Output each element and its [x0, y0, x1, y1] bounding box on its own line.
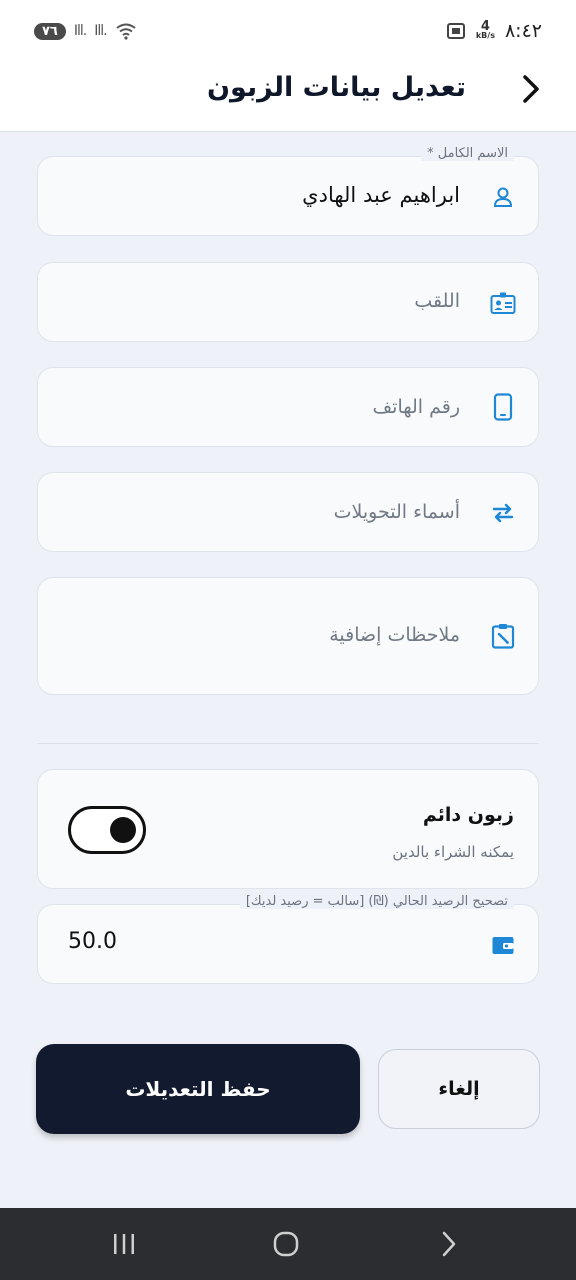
- back-chevron-icon: [442, 1231, 456, 1257]
- nickname-placeholder: اللقب: [414, 290, 460, 312]
- transfer-names-placeholder: أسماء التحويلات: [333, 501, 460, 523]
- clipboard-edit-icon: [490, 623, 516, 649]
- phone-field[interactable]: رقم الهاتف: [37, 367, 539, 447]
- full-name-label: الاسم الكامل *: [421, 146, 514, 161]
- cancel-button[interactable]: إلغاء: [378, 1049, 540, 1129]
- notes-field[interactable]: ملاحظات إضافية: [37, 577, 539, 695]
- back-button[interactable]: [516, 74, 546, 104]
- network-speed: 4 kB/s: [475, 19, 495, 40]
- notes-placeholder: ملاحظات إضافية: [329, 624, 460, 646]
- permanent-customer-description: يمكنه الشراء بالدين: [392, 843, 514, 861]
- full-name-field[interactable]: الاسم الكامل * ابراهيم عبد الهادي: [37, 146, 539, 236]
- balance-value: 50.0: [68, 929, 117, 954]
- screenshot-icon: [446, 23, 465, 39]
- wallet-icon: [490, 932, 516, 958]
- recent-apps-icon: [114, 1234, 134, 1254]
- home-button[interactable]: [266, 1228, 306, 1260]
- section-divider: [37, 743, 539, 744]
- person-icon: [490, 184, 516, 210]
- signal-icon: Ill.: [94, 23, 107, 39]
- balance-label: تصحيح الرصيد الحالي (₪) [سالب = رصيد لدي…: [239, 894, 514, 909]
- recent-apps-button[interactable]: [104, 1228, 144, 1260]
- permanent-customer-toggle[interactable]: [68, 806, 146, 854]
- app-header: تعديل بيانات الزبون: [0, 64, 576, 132]
- nickname-field[interactable]: اللقب: [37, 262, 539, 342]
- phone-icon: [490, 393, 516, 421]
- toggle-knob: [110, 817, 136, 843]
- status-right: 4 kB/s ٨:٤٢: [446, 20, 542, 42]
- save-button[interactable]: حفظ التعديلات: [36, 1044, 360, 1134]
- signal-icon: Ill.: [73, 23, 87, 39]
- permanent-customer-card: زبون دائم يمكنه الشراء بالدين: [37, 769, 539, 889]
- back-nav-button[interactable]: [428, 1228, 468, 1260]
- swap-arrows-icon: [490, 500, 516, 526]
- clock: ٨:٤٢: [504, 20, 542, 42]
- full-name-value: ابراهيم عبد الهادي: [302, 183, 460, 207]
- balance-field[interactable]: تصحيح الرصيد الحالي (₪) [سالب = رصيد لدي…: [37, 894, 539, 984]
- transfer-names-field[interactable]: أسماء التحويلات: [37, 472, 539, 552]
- status-bar: ٧٦ Ill. Ill. 4 kB/s ٨:٤٢: [0, 0, 576, 64]
- chevron-right-icon: [523, 75, 539, 103]
- wifi-icon: [115, 23, 136, 40]
- page-title: تعديل بيانات الزبون: [206, 72, 466, 103]
- system-navigation-bar: [0, 1208, 576, 1280]
- home-icon: [273, 1231, 299, 1257]
- status-left: ٧٦ Ill. Ill.: [34, 22, 137, 40]
- id-card-icon: [490, 290, 516, 316]
- permanent-customer-label: زبون دائم: [422, 804, 514, 826]
- battery-indicator: ٧٦: [34, 22, 66, 40]
- phone-placeholder: رقم الهاتف: [372, 396, 460, 418]
